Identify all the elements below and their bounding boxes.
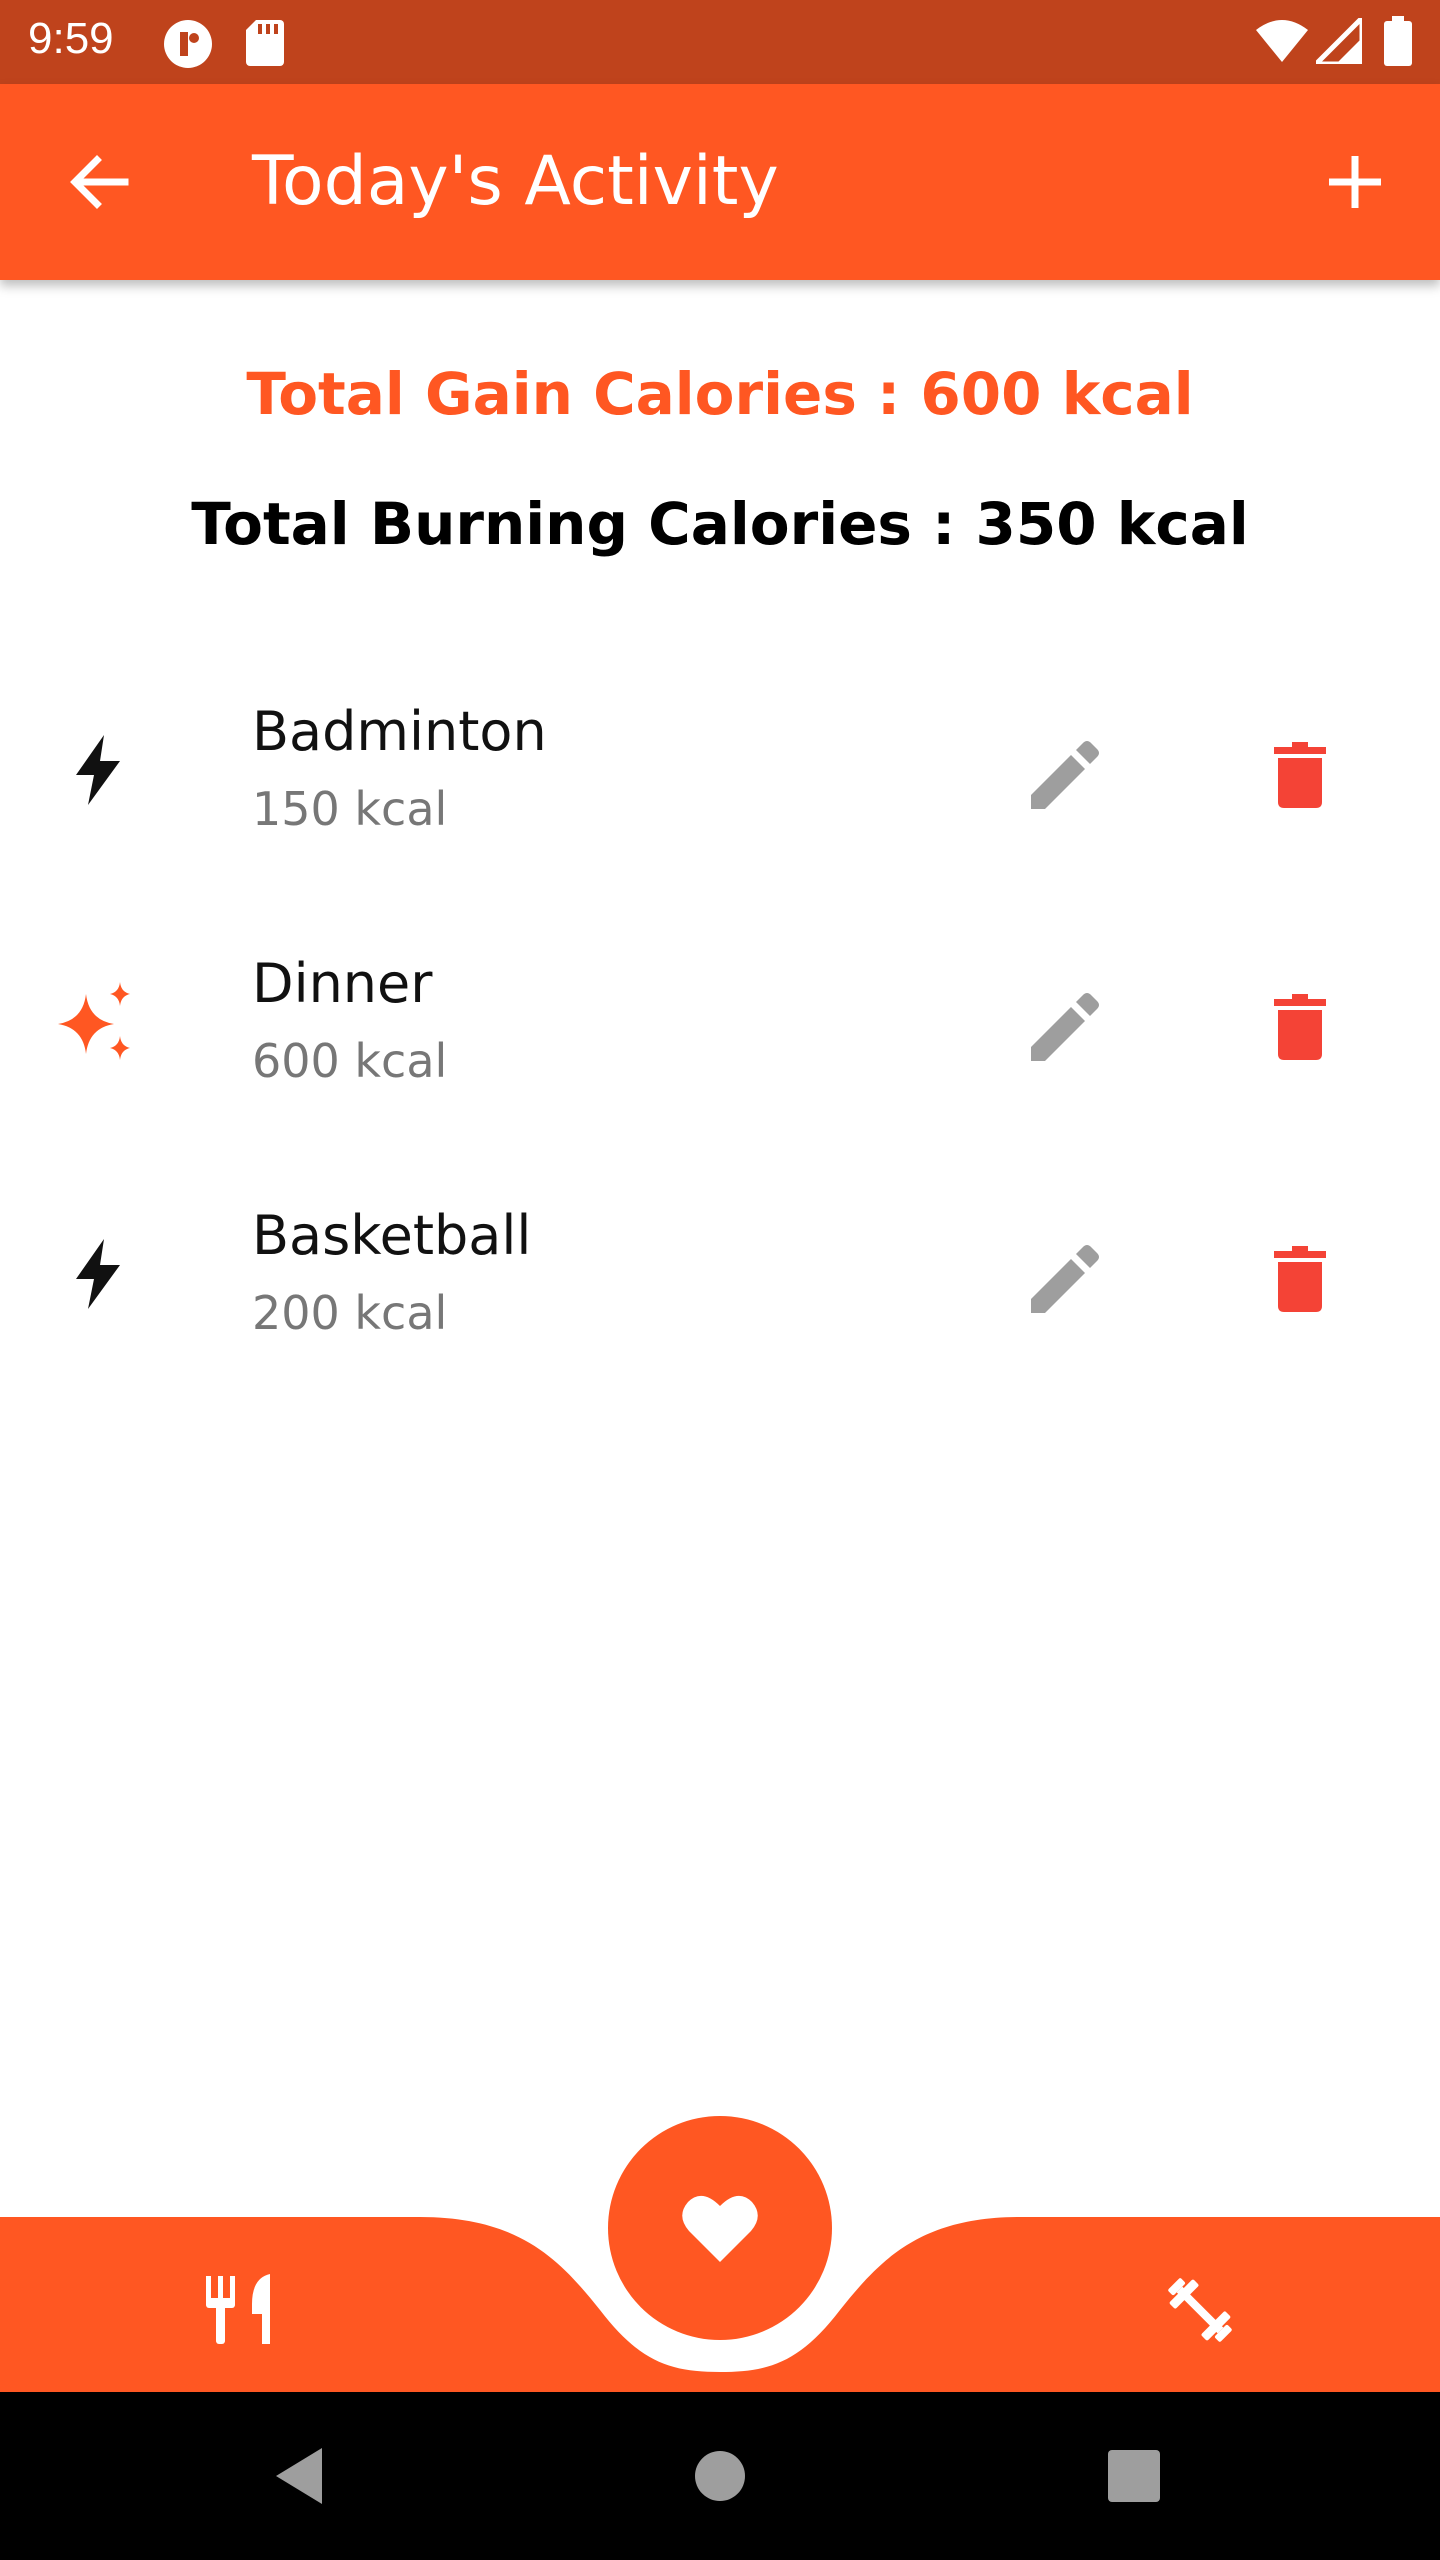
system-navigation-bar — [0, 2392, 1440, 2560]
activity-kcal: 150 kcal — [252, 782, 448, 836]
sd-card-icon — [246, 20, 284, 66]
list-item[interactable]: Basketball 200 kcal — [0, 1204, 1440, 1404]
recents-square-icon[interactable] — [1108, 2450, 1160, 2502]
app-notification-icon — [164, 20, 212, 68]
bolt-icon — [48, 720, 148, 820]
delete-button[interactable] — [1245, 1224, 1355, 1334]
activity-name: Badminton — [252, 700, 547, 763]
edit-button[interactable] — [1010, 972, 1120, 1082]
arrow-back-icon — [70, 155, 129, 209]
total-burning-calories: Total Burning Calories : 350 kcal — [191, 490, 1249, 558]
heart-icon — [682, 2195, 758, 2262]
total-gain-calories: Total Gain Calories : 600 kcal — [246, 360, 1194, 428]
pencil-icon — [1031, 741, 1099, 809]
pencil-icon — [1031, 1245, 1099, 1313]
home-circle-icon[interactable] — [694, 2450, 746, 2502]
trash-icon — [1274, 742, 1326, 808]
list-item[interactable]: Badminton 150 kcal — [0, 700, 1440, 900]
status-time: 9:59 — [28, 14, 114, 63]
bolt-icon — [48, 1224, 148, 1324]
wifi-icon — [1256, 20, 1308, 62]
trash-icon — [1274, 1246, 1326, 1312]
signal-icon — [1316, 18, 1362, 64]
delete-button[interactable] — [1245, 720, 1355, 830]
back-triangle-icon[interactable] — [272, 2446, 328, 2506]
edit-button[interactable] — [1010, 1224, 1120, 1334]
pencil-icon — [1031, 993, 1099, 1061]
battery-icon — [1384, 16, 1412, 66]
activity-kcal: 600 kcal — [252, 1034, 448, 1088]
add-button[interactable] — [1300, 127, 1410, 237]
status-bar: 9:59 — [0, 0, 1440, 84]
activity-name: Dinner — [252, 952, 433, 1015]
delete-button[interactable] — [1245, 972, 1355, 1082]
nav-activity-button[interactable] — [608, 2116, 832, 2340]
dumbbell-icon — [1168, 2278, 1232, 2342]
nav-food-button[interactable] — [190, 2260, 290, 2360]
sparkle-icon — [48, 972, 148, 1072]
activity-kcal: 200 kcal — [252, 1286, 448, 1340]
food-icon — [206, 2274, 270, 2344]
list-item[interactable]: Dinner 600 kcal — [0, 952, 1440, 1152]
nav-fitness-button[interactable] — [1150, 2260, 1250, 2360]
app-bar: Today's Activity — [0, 84, 1440, 280]
trash-icon — [1274, 994, 1326, 1060]
activity-name: Basketball — [252, 1204, 532, 1267]
edit-button[interactable] — [1010, 720, 1120, 830]
plus-icon — [1329, 156, 1381, 208]
bottom-navigation — [0, 2100, 1440, 2392]
back-button[interactable] — [44, 127, 154, 237]
page-title: Today's Activity — [252, 142, 779, 221]
